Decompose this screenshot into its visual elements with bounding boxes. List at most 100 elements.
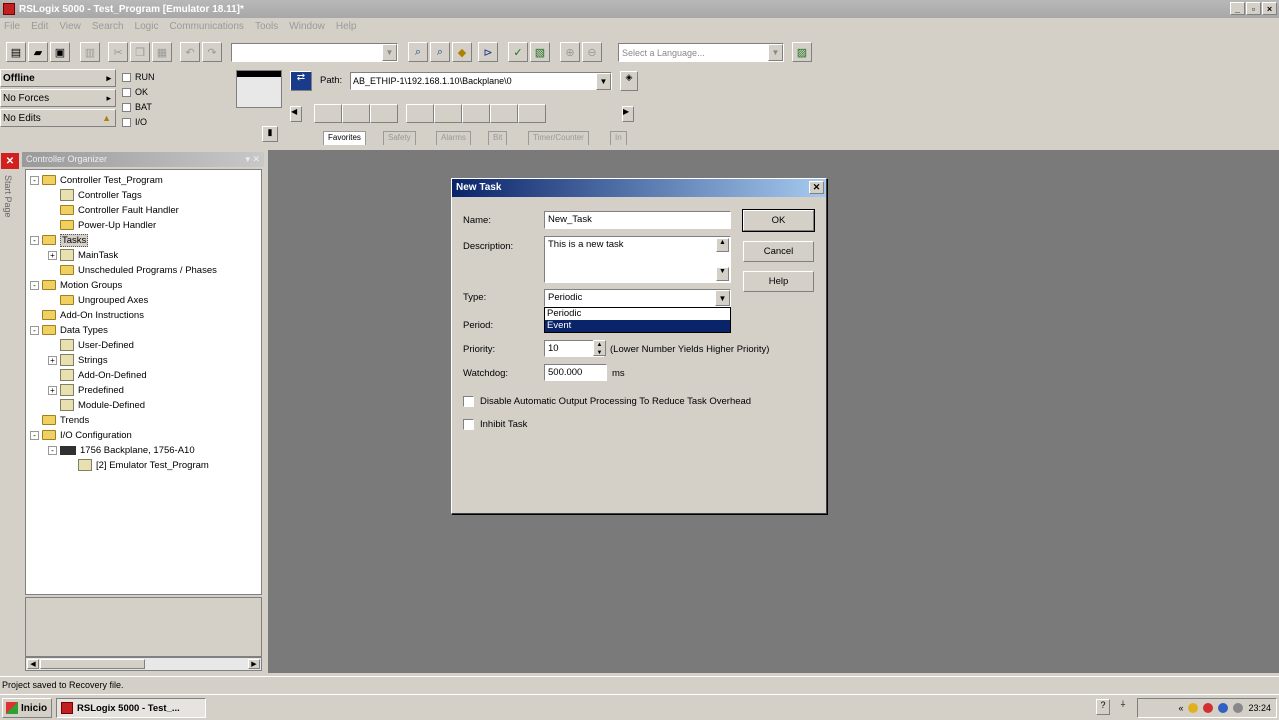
scroll-up-icon[interactable]: ▲	[716, 238, 729, 252]
priority-spinner[interactable]: ▲ ▼	[593, 340, 606, 356]
disable-output-checkbox[interactable]: Disable Automatic Output Processing To R…	[463, 396, 751, 407]
xic-button[interactable]	[406, 104, 434, 123]
scroll-left-icon[interactable]: ◀	[290, 106, 302, 122]
tree-item[interactable]: + Predefined	[48, 383, 124, 397]
description-field[interactable]: This is a new task ▲ ▼	[544, 236, 731, 283]
open-folder-icon[interactable]: ▰	[28, 42, 48, 62]
language-select[interactable]: Select a Language... ▼	[618, 43, 784, 62]
network-icon[interactable]	[1218, 703, 1229, 713]
chevron-down-icon[interactable]: ▼	[715, 290, 730, 306]
help-button[interactable]: Help	[743, 271, 814, 292]
path-select[interactable]: AB_ETHIP-1\192.168.1.10\Backplane\0 ▼	[350, 72, 612, 90]
tab-favorites[interactable]: Favorites	[323, 131, 366, 145]
keyswitch-icon[interactable]: ▮	[262, 126, 278, 142]
tab-alarms[interactable]: Alarms	[436, 131, 471, 145]
close-window-button[interactable]: ×	[1262, 2, 1277, 15]
tree-item[interactable]: User-Defined	[48, 338, 134, 352]
cancel-button[interactable]: Cancel	[743, 241, 814, 262]
chevron-down-icon[interactable]: ▼	[382, 44, 397, 61]
scroll-right-icon[interactable]: ▶	[622, 106, 634, 122]
translate-icon[interactable]: ▨	[792, 42, 812, 62]
tab-safety[interactable]: Safety	[383, 131, 416, 145]
tree-item[interactable]: Power-Up Handler	[48, 218, 156, 232]
taskbar-item-rslogix[interactable]: RSLogix 5000 - Test_...	[56, 698, 206, 718]
scroll-left-icon[interactable]: ◀	[27, 659, 39, 669]
otu-button[interactable]	[518, 104, 546, 123]
mode-status[interactable]: Offline ▸	[0, 69, 116, 87]
tree-item[interactable]: Controller Fault Handler	[48, 203, 179, 217]
verify-routine-icon[interactable]: ⊳	[478, 42, 498, 62]
minimize-button[interactable]: _	[1230, 2, 1245, 15]
branch-level-button[interactable]	[370, 104, 398, 123]
collapse-icon[interactable]: -	[30, 430, 39, 440]
find-icon[interactable]: ⌕	[408, 42, 428, 62]
save-icon[interactable]: ▣	[50, 42, 70, 62]
paste-icon[interactable]: ▦	[152, 42, 172, 62]
find-combo[interactable]: ▼	[231, 43, 398, 62]
expand-icon[interactable]: +	[48, 250, 57, 260]
cut-icon[interactable]: ✂	[108, 42, 128, 62]
collapse-icon[interactable]: -	[30, 325, 39, 335]
tree-item[interactable]: Add-On Instructions	[30, 308, 144, 322]
tree-item[interactable]: Trends	[30, 413, 89, 427]
close-icon[interactable]: ✕	[809, 181, 824, 194]
help-tray-icon[interactable]: ?	[1096, 699, 1110, 715]
tree-item[interactable]: + Strings	[48, 353, 108, 367]
tree-item[interactable]: - Data Types	[30, 323, 108, 337]
checkbox-box[interactable]	[463, 396, 474, 407]
tree-item[interactable]: Add-On-Defined	[48, 368, 147, 382]
print-icon[interactable]: ▥	[80, 42, 100, 62]
menu-window[interactable]: Window	[289, 21, 325, 32]
find-next-icon[interactable]: ⌕	[430, 42, 450, 62]
close-icon[interactable]: ✕	[1, 153, 19, 169]
new-file-icon[interactable]: ▤	[6, 42, 26, 62]
volume-icon[interactable]	[1233, 703, 1244, 713]
search-tag-icon[interactable]: ◆	[452, 42, 472, 62]
chevron-down-icon[interactable]: ▼	[768, 44, 783, 61]
collapse-icon[interactable]: -	[30, 235, 39, 245]
name-field[interactable]: New_Task	[544, 211, 731, 229]
verify-controller-icon[interactable]: ▧	[530, 42, 550, 62]
expand-tray-icon[interactable]: «	[1178, 703, 1183, 713]
copy-icon[interactable]: ❐	[130, 42, 150, 62]
who-active-icon[interactable]: ◈	[620, 71, 638, 91]
tab-bit[interactable]: Bit	[488, 131, 508, 145]
tab-in[interactable]: In	[610, 131, 627, 145]
redo-icon[interactable]: ↷	[202, 42, 222, 62]
watchdog-field[interactable]: 500.000	[544, 364, 607, 381]
collapse-icon[interactable]: -	[30, 175, 39, 185]
scroll-right-icon[interactable]: ▶	[248, 659, 260, 669]
undo-icon[interactable]: ↶	[180, 42, 200, 62]
menu-view[interactable]: View	[59, 21, 81, 32]
tree-item[interactable]: Ungrouped Axes	[48, 293, 148, 307]
menu-search[interactable]: Search	[92, 21, 124, 32]
tree-item[interactable]: Unscheduled Programs / Phases	[48, 263, 217, 277]
tree-item[interactable]: Controller Tags	[48, 188, 142, 202]
scroll-down-icon[interactable]: ▼	[716, 267, 729, 281]
menu-file[interactable]: File	[4, 21, 20, 32]
verify-icon[interactable]: ✓	[508, 42, 528, 62]
xio-button[interactable]	[434, 104, 462, 123]
expand-icon[interactable]: +	[48, 355, 57, 365]
menu-logic[interactable]: Logic	[135, 21, 159, 32]
type-option-event[interactable]: Event	[545, 320, 730, 332]
tree-item[interactable]: - Tasks	[30, 233, 89, 247]
scroll-thumb[interactable]	[40, 659, 145, 669]
checkbox-box[interactable]	[463, 419, 474, 430]
start-page-label[interactable]: Start Page	[3, 175, 13, 218]
collapse-icon[interactable]: -	[30, 280, 39, 290]
restore-button[interactable]: ▫	[1246, 2, 1261, 15]
shield-icon[interactable]	[1188, 703, 1199, 713]
organizer-scrollbar[interactable]: ◀ ▶	[25, 657, 262, 671]
rslinx-icon[interactable]: ⇄	[290, 71, 312, 91]
type-select[interactable]: Periodic ▼	[544, 289, 731, 307]
collapse-icon[interactable]: -	[48, 445, 57, 455]
menu-tools[interactable]: Tools	[255, 21, 278, 32]
tree-item[interactable]: - Controller Test_Program	[30, 173, 163, 187]
forces-status[interactable]: No Forces ▸	[0, 89, 116, 107]
inhibit-task-checkbox[interactable]: Inhibit Task	[463, 419, 527, 430]
menu-help[interactable]: Help	[336, 21, 357, 32]
tree-item[interactable]: - I/O Configuration	[30, 428, 132, 442]
rung-button[interactable]	[314, 104, 342, 123]
menu-communications[interactable]: Communications	[169, 21, 243, 32]
